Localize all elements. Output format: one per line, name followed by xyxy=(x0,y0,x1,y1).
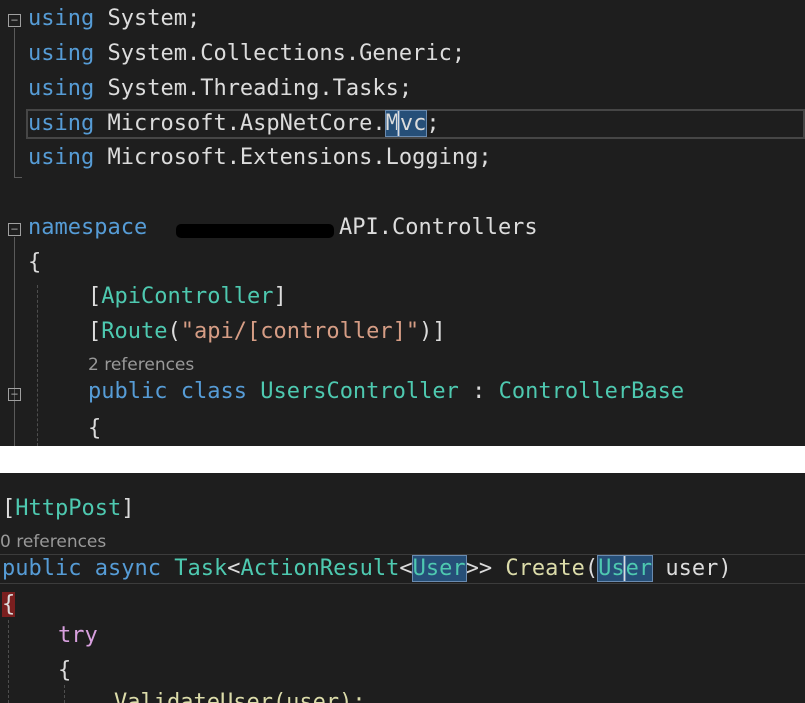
usings-fold-guide-end xyxy=(14,177,22,178)
bracket: ] xyxy=(121,496,135,521)
code-line-route-attr[interactable]: [Route("api/[controller]")] xyxy=(88,317,446,347)
code-line-method-brace[interactable]: { xyxy=(2,590,16,620)
keyword-public: public xyxy=(88,379,168,404)
semicolon: ; xyxy=(426,111,440,136)
code-line-using-5[interactable]: using Microsoft.Extensions.Logging; xyxy=(28,143,492,173)
keyword-class: class xyxy=(180,379,247,404)
collapse-class-icon[interactable]: − xyxy=(8,388,21,401)
selected-text: M xyxy=(384,110,400,137)
namespace-suffix: API.Controllers xyxy=(339,215,538,240)
keyword-try: try xyxy=(58,623,98,648)
base-class-name: ControllerBase xyxy=(498,379,685,404)
keyword-public: public xyxy=(2,556,82,581)
keyword-using: using xyxy=(28,111,95,136)
type-task: Task xyxy=(174,556,228,581)
method-references-codelens[interactable]: 0 references xyxy=(0,531,106,553)
attribute-type: ApiController xyxy=(101,284,274,309)
angle: < xyxy=(227,556,241,581)
open-brace: { xyxy=(28,250,42,275)
open-brace: { xyxy=(58,658,72,683)
text-caret: er xyxy=(622,555,654,582)
code-line-open-brace[interactable]: { xyxy=(28,248,41,278)
keyword-using: using xyxy=(28,41,95,66)
redacted-namespace-prefix xyxy=(176,224,334,238)
keyword-using: using xyxy=(28,6,95,31)
paren: ( xyxy=(584,556,599,581)
param-name: user xyxy=(652,556,719,581)
keyword-namespace: namespace xyxy=(28,215,148,240)
collapse-namespace-icon[interactable]: − xyxy=(8,223,21,236)
code-line-namespace[interactable]: namespace xyxy=(28,213,147,243)
code-line-using-3[interactable]: using System.Threading.Tasks; xyxy=(28,74,412,104)
code-line-using-2[interactable]: using System.Collections.Generic; xyxy=(28,39,465,69)
code-line-class-brace[interactable]: { xyxy=(88,414,101,444)
class-name: UsersController xyxy=(260,379,459,404)
code-editor-top[interactable]: − − − using System; using System.Collect… xyxy=(0,0,805,446)
namespace-name: System.Threading.Tasks; xyxy=(107,76,413,101)
namespace-name: Microsoft.AspNetCore. xyxy=(107,111,386,136)
usings-fold-guide xyxy=(14,28,15,178)
open-brace: { xyxy=(88,416,102,441)
code-line-apicontroller-attr[interactable]: [ApiController] xyxy=(88,282,287,312)
bracket: [ xyxy=(88,284,102,309)
namespace-name: System; xyxy=(107,6,201,31)
code-line-try[interactable]: try xyxy=(58,621,98,651)
namespace-name: API.Controllers xyxy=(339,213,538,243)
code-line-using-1[interactable]: using System; xyxy=(28,4,200,34)
collapse-usings-icon[interactable]: − xyxy=(8,14,21,27)
class-references-codelens[interactable]: 2 references xyxy=(88,354,194,376)
namespace-name: Microsoft.Extensions.Logging; xyxy=(107,145,492,170)
keyword-using: using xyxy=(28,145,95,170)
angle: < xyxy=(399,556,413,581)
paren-bracket: )] xyxy=(419,319,446,344)
code-editor-bottom[interactable]: [HttpPost] 0 references public async Tas… xyxy=(0,473,805,703)
method-indent-guide xyxy=(8,620,9,703)
namespace-name: System.Collections.Generic; xyxy=(107,41,466,66)
namespace-indent-guide xyxy=(37,285,38,446)
namespace-fold-guide xyxy=(14,237,15,446)
colon: : xyxy=(458,379,499,404)
code-line-method-signature[interactable]: public async Task<ActionResult<User>> Cr… xyxy=(2,554,732,584)
attribute-type: HttpPost xyxy=(15,496,122,521)
code-line-try-brace[interactable]: { xyxy=(58,656,71,686)
route-string: "api/[controller]" xyxy=(180,319,420,344)
type-actionresult: ActionResult xyxy=(240,556,400,581)
paren: ) xyxy=(718,556,732,581)
param-type-highlight: Us xyxy=(597,555,626,582)
matched-brace: { xyxy=(2,592,16,617)
code-line-validate-call[interactable]: ValidateUser(user); xyxy=(114,688,366,703)
code-line-using-4[interactable]: using Microsoft.AspNetCore.Mvc; xyxy=(28,109,440,139)
type-user-highlight: User xyxy=(411,555,467,582)
bracket: [ xyxy=(2,496,16,521)
bracket: ] xyxy=(273,284,287,309)
method-name: Create xyxy=(505,556,585,581)
code-line-class-decl[interactable]: public class UsersController : Controlle… xyxy=(88,377,684,407)
try-indent-guide xyxy=(64,685,65,703)
attribute-type: Route xyxy=(101,319,168,344)
keyword-using: using xyxy=(28,76,95,101)
text-caret: vc xyxy=(396,110,428,137)
keyword-async: async xyxy=(94,556,161,581)
angle-close: >> xyxy=(465,556,493,581)
bracket: [ xyxy=(88,319,102,344)
paren: ( xyxy=(167,319,181,344)
code-line-httppost-attr[interactable]: [HttpPost] xyxy=(2,494,134,524)
method-call: ValidateUser(user); xyxy=(114,690,366,703)
